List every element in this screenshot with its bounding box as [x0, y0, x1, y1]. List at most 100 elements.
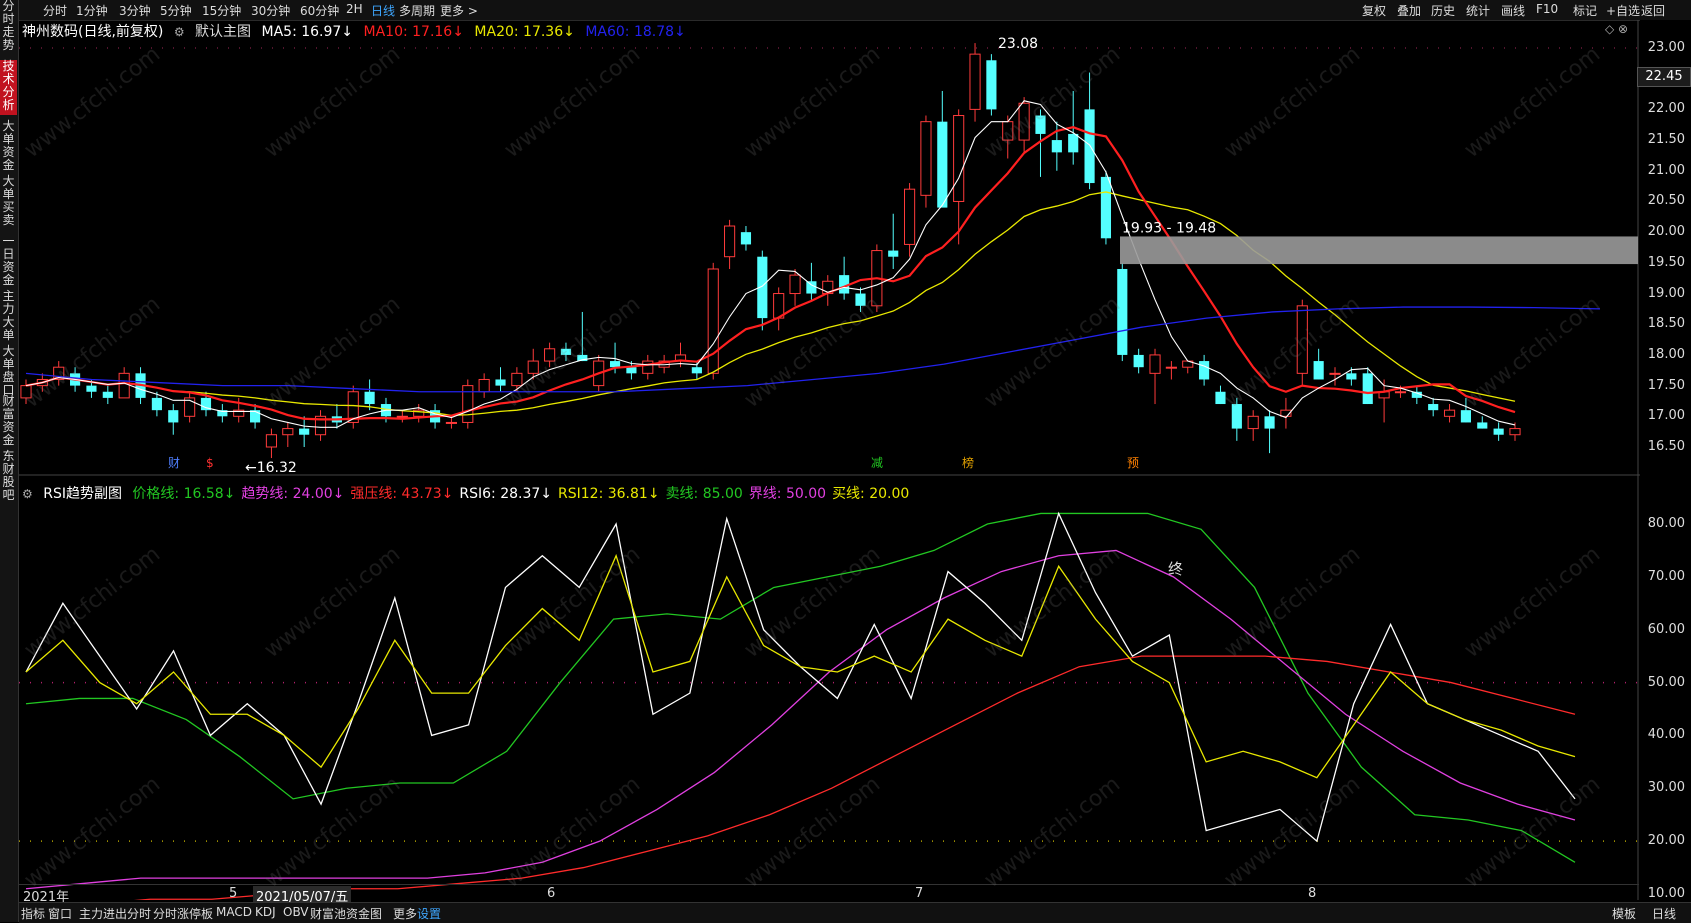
rsi-line-3	[25, 511, 1576, 843]
candle-body	[1149, 354, 1161, 374]
event-marker-3: 榜	[962, 455, 974, 470]
rsi-tick: 50.00	[1647, 674, 1685, 690]
candle-body	[1477, 422, 1488, 429]
rsi-tick: 60.00	[1647, 621, 1685, 637]
candle-body	[1329, 372, 1341, 375]
toolbar-action-5[interactable]: F10	[1536, 2, 1558, 16]
candle-body	[1428, 404, 1439, 411]
candle-body	[1313, 361, 1324, 380]
bottom-right-0[interactable]: 模板	[1612, 905, 1636, 922]
price-axis: 23.0022.5022.0021.5021.0020.5020.0019.50…	[1640, 20, 1691, 901]
period-tab-0[interactable]: 分时	[43, 2, 67, 19]
candle-body	[1443, 409, 1456, 417]
candle-body	[265, 434, 278, 448]
candle-body	[1100, 176, 1112, 239]
period-tab-4[interactable]: 15分钟	[202, 2, 241, 19]
period-tab-6[interactable]: 60分钟	[300, 2, 339, 19]
price-tick: 20.00	[1647, 224, 1685, 240]
candle-body	[1346, 373, 1357, 380]
period-tab-10[interactable]: 更多 >	[440, 2, 478, 19]
price-tick: 19.00	[1647, 285, 1685, 301]
toolbar-action-0[interactable]: 复权	[1362, 2, 1386, 19]
high-label: 23.08	[998, 36, 1038, 52]
toolbar-action-1[interactable]: 叠加	[1397, 2, 1421, 19]
candle-body	[1362, 373, 1373, 405]
rsi-tick: 30.00	[1647, 780, 1685, 796]
toolbar-action-3[interactable]: 统计	[1466, 2, 1490, 19]
candle-body	[168, 410, 179, 423]
candle-body	[789, 274, 801, 295]
bottom-tab-5[interactable]: KDJ	[255, 905, 276, 919]
period-tab-5[interactable]: 30分钟	[251, 2, 290, 19]
candle-body	[937, 121, 948, 208]
candle-body	[1394, 391, 1407, 394]
period-tab-8[interactable]: 日线	[371, 2, 395, 19]
candle-body	[1051, 140, 1062, 153]
candle-body	[118, 372, 130, 399]
price-tick: 16.50	[1647, 439, 1685, 454]
bottom-tab-1[interactable]: 窗口	[48, 905, 72, 922]
bottom-tab-8[interactable]: 更多	[393, 905, 417, 922]
candle-body	[511, 372, 523, 387]
rsi-tick: 80.00	[1647, 516, 1685, 531]
candle-body	[250, 410, 261, 423]
current-price-box: 22.45	[1637, 67, 1691, 87]
ma20-line	[25, 191, 1516, 417]
ma10-line	[25, 126, 1516, 421]
candle-body	[969, 53, 981, 110]
candle-body	[855, 293, 866, 306]
bottom-tab-4[interactable]: MACD	[216, 905, 252, 919]
top-toolbar: 分时 1分钟 3分钟 5分钟 15分钟 30分钟 60分钟 2H 日线 多周期 更多 > 复权 叠加 历史…	[19, 0, 1691, 21]
period-tab-2[interactable]: 3分钟	[119, 2, 151, 19]
event-marker-1: $	[206, 456, 214, 470]
bottom-tab-6[interactable]: OBV	[283, 905, 309, 919]
candle-body	[1084, 109, 1095, 184]
period-tab-9[interactable]: 多周期	[399, 2, 435, 19]
toolbar-action-2[interactable]: 历史	[1431, 2, 1455, 19]
candle-body	[20, 385, 32, 399]
bottom-tab-bar: 指标 窗口 主力进出分时 分时涨停板 MACD KDJ OBV 财富池资金图 更多 设置 模板 日线	[19, 902, 1691, 923]
event-marker-2: 减	[871, 456, 883, 470]
candle-body	[691, 367, 702, 374]
candle-body	[364, 391, 375, 405]
bottom-tab-0[interactable]: 指标	[21, 905, 45, 922]
toolbar-action-8[interactable]: 返回	[1641, 2, 1665, 19]
price-tick: 23.00	[1647, 40, 1685, 55]
candle-body	[1035, 115, 1046, 134]
candle-body	[1165, 366, 1177, 369]
low-label: ←16.32	[245, 460, 297, 476]
price-tick: 20.50	[1647, 193, 1685, 209]
candle-body	[1117, 268, 1128, 355]
price-tick: 21.00	[1647, 162, 1685, 178]
period-tab-3[interactable]: 5分钟	[160, 2, 192, 19]
rsi-line-2	[133, 655, 1576, 900]
candle-body	[1215, 391, 1226, 405]
candle-body	[445, 421, 458, 424]
candle-body	[1264, 416, 1275, 429]
candle-body	[724, 225, 736, 258]
bottom-tab-9[interactable]: 设置	[417, 905, 441, 922]
candle-body	[888, 250, 899, 257]
rsi-tick: 40.00	[1647, 727, 1685, 743]
candle-body	[544, 348, 556, 362]
date-label-1: 5	[229, 886, 238, 901]
candle-body	[953, 115, 965, 202]
candle-body	[102, 391, 113, 398]
candle-body	[1493, 428, 1504, 435]
candle-body	[151, 397, 162, 411]
candle-body	[560, 348, 572, 355]
bottom-tab-3[interactable]: 分时涨停板	[153, 905, 213, 922]
period-tab-7[interactable]: 2H	[346, 2, 363, 16]
candle-body	[1296, 305, 1308, 374]
toolbar-action-6[interactable]: 标记	[1573, 2, 1597, 19]
chart-area[interactable]: 19.93 - 19.4823.08←16.32财 $ 减榜预终	[0, 20, 1640, 900]
candle-body	[806, 281, 817, 294]
bottom-right-1[interactable]: 日线	[1652, 905, 1676, 922]
period-tab-1[interactable]: 1分钟	[76, 2, 108, 19]
toolbar-action-7[interactable]: +自选	[1606, 2, 1640, 19]
rsi-tick: 10.00	[1647, 886, 1685, 901]
event-marker-0: 财	[168, 456, 180, 470]
bottom-tab-2[interactable]: 主力进出分时	[79, 905, 151, 922]
toolbar-action-4[interactable]: 画线	[1501, 2, 1525, 19]
bottom-tab-7[interactable]: 财富池资金图	[310, 905, 382, 922]
